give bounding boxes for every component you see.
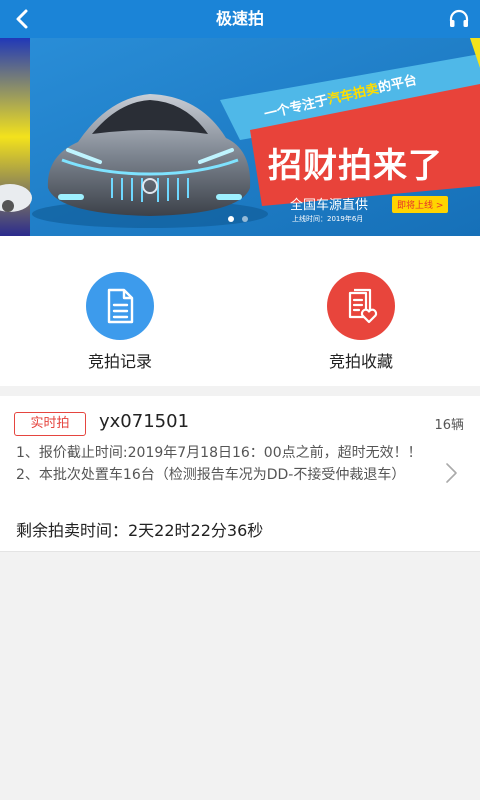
- banner-launch-date: 上线时间：2019年6月: [292, 215, 364, 223]
- chevron-right-icon[interactable]: [444, 462, 458, 484]
- banner-subline: 全国车源直供: [290, 198, 369, 213]
- headset-icon[interactable]: [448, 8, 470, 30]
- quick-actions: 竞拍记录 竞拍收藏: [0, 236, 480, 386]
- document-icon: [107, 288, 134, 324]
- bid-favorites-label: 竞拍收藏: [328, 352, 393, 371]
- auction-card[interactable]: 实时拍 yx071501 16辆 1、报价截止时间:2019年7月18日16：0…: [0, 396, 480, 552]
- page-title: 极速拍: [215, 9, 264, 28]
- remaining-time: 剩余拍卖时间：2天22时22分36秒: [16, 521, 264, 540]
- bid-records-label: 竞拍记录: [87, 352, 152, 371]
- bid-records-button[interactable]: 竞拍记录: [60, 272, 180, 372]
- carousel-indicator: [228, 216, 248, 222]
- favorite-docs-icon: [348, 288, 378, 324]
- vehicle-count: 16辆: [434, 418, 464, 433]
- auction-lot-id: yx071501: [99, 411, 190, 432]
- bid-favorites-icon-circle: [327, 272, 395, 340]
- carousel-dot[interactable]: [242, 216, 248, 222]
- bid-favorites-button[interactable]: 竞拍收藏: [301, 272, 421, 372]
- banner-launch-badge[interactable]: 即将上线 >: [392, 196, 449, 213]
- promo-banner[interactable]: 一个专注于汽车拍卖的平台 招财拍来了 全国车源直供 上线时间：2019年6月 即…: [0, 38, 480, 236]
- banner-headline: 招财拍来了: [268, 146, 443, 186]
- auction-type-badge: 实时拍: [14, 412, 86, 436]
- bid-records-icon-circle: [86, 272, 154, 340]
- top-bar: 极速拍: [0, 0, 480, 38]
- carousel-dot[interactable]: [228, 216, 234, 222]
- auction-description: 1、报价截止时间:2019年7月18日16：00点之前，超时无效！！2、本批次处…: [16, 445, 422, 483]
